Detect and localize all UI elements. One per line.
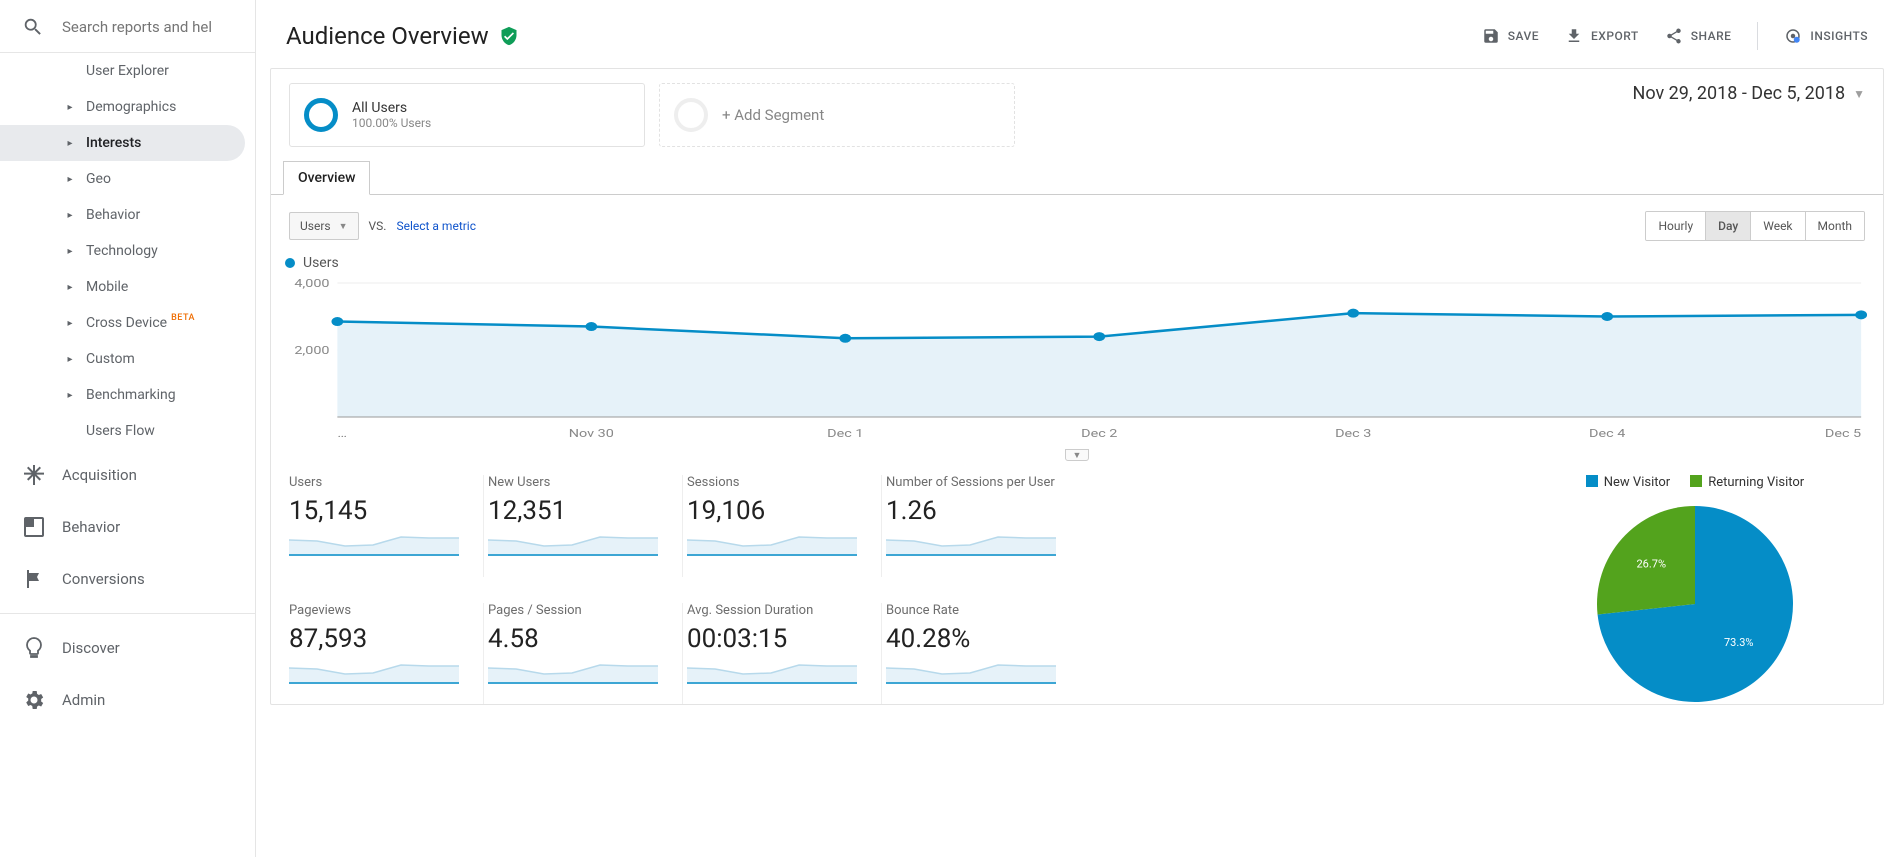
granularity-toggle: HourlyDayWeekMonth [1645,211,1865,241]
sidebar-item-cross-device[interactable]: ▸Cross DeviceBETA [0,305,255,341]
segment-title: All Users [352,100,431,116]
svg-text:4,000: 4,000 [294,278,329,291]
svg-text:2,000: 2,000 [294,345,329,358]
save-icon [1482,27,1500,45]
svg-text:…: … [337,428,347,441]
segment-circle-icon [674,98,708,132]
share-button[interactable]: SHARE [1665,27,1732,45]
chevron-right-icon: ▸ [60,246,80,257]
users-line-chart: 2,000 4,000 … Nov 30 Dec 1 Dec 2 Dec 3 Dec 4 Dec… [285,277,1869,447]
metric-pageviews[interactable]: Pageviews 87,593 [289,603,484,705]
sidebar-item-acquisition[interactable]: Acquisition [0,449,255,501]
granularity-day[interactable]: Day [1705,212,1750,240]
nav-scroll: User Explorer▸Demographics▸Interests▸Geo… [0,53,255,857]
save-button[interactable]: SAVE [1482,27,1539,45]
sidebar-item-demographics[interactable]: ▸Demographics [0,89,255,125]
legend-label: Users [303,255,339,271]
metric-avg-session-duration[interactable]: Avg. Session Duration 00:03:15 [687,603,882,705]
vs-label: VS. [369,219,387,233]
sidebar: User Explorer▸Demographics▸Interests▸Geo… [0,0,256,857]
legend-square-icon [1586,475,1598,487]
add-segment-button[interactable]: + Add Segment [659,83,1015,147]
sidebar-item-interests[interactable]: ▸Interests [0,125,245,161]
visitor-pie-chart: 73.3% 26.7% [1595,504,1795,704]
sidebar-item-admin[interactable]: Admin [0,674,255,726]
sidebar-item-technology[interactable]: ▸Technology [0,233,255,269]
discover-icon [22,636,46,660]
legend-square-icon [1690,475,1702,487]
sparkline [687,660,857,684]
page-title: Audience Overview [286,22,489,50]
conversions-icon [22,567,46,591]
granularity-week[interactable]: Week [1750,212,1804,240]
sparkline [488,660,658,684]
segment-subtitle: 100.00% Users [352,116,431,130]
admin-icon [22,688,46,712]
granularity-hourly[interactable]: Hourly [1646,212,1705,240]
metric-bounce-rate[interactable]: Bounce Rate 40.28% [886,603,1081,705]
export-icon [1565,27,1583,45]
chevron-right-icon: ▸ [60,102,80,113]
sparkline [488,532,658,556]
acquisition-icon [22,463,46,487]
content: Audience Overview SAVE EXPORT SHARE [256,0,1902,857]
sidebar-item-users-flow[interactable]: Users Flow [0,413,255,449]
svg-text:Dec 3: Dec 3 [1335,428,1371,441]
chevron-right-icon: ▸ [60,138,80,149]
metric-pages-session[interactable]: Pages / Session 4.58 [488,603,683,705]
sparkline [289,532,459,556]
chevron-down-icon: ▼ [1853,87,1865,101]
sparkline [687,532,857,556]
svg-text:26.7%: 26.7% [1637,558,1667,571]
svg-text:Dec 1: Dec 1 [827,428,863,441]
chevron-right-icon: ▸ [60,210,80,221]
sidebar-item-mobile[interactable]: ▸Mobile [0,269,255,305]
chevron-right-icon: ▸ [60,318,80,329]
sidebar-item-custom[interactable]: ▸Custom [0,341,255,377]
svg-text:73.3%: 73.3% [1724,636,1754,649]
tab-overview[interactable]: Overview [283,161,370,195]
metric-sessions[interactable]: Sessions 19,106 [687,475,882,577]
select-metric-link[interactable]: Select a metric [396,219,476,233]
export-button[interactable]: EXPORT [1565,27,1639,45]
sidebar-item-discover[interactable]: Discover [0,622,255,674]
svg-text:Nov 30: Nov 30 [569,428,614,441]
chevron-right-icon: ▸ [60,174,80,185]
sidebar-item-user-explorer[interactable]: User Explorer [0,53,255,89]
insights-icon [1784,27,1802,45]
chevron-down-icon: ▼ [339,221,348,232]
verified-shield-icon [499,26,519,46]
search-icon[interactable] [22,16,44,38]
sparkline [289,660,459,684]
metric-new-users[interactable]: New Users 12,351 [488,475,683,577]
metric-number-of-sessions-per-user[interactable]: Number of Sessions per User 1.26 [886,475,1081,577]
svg-text:Dec 2: Dec 2 [1081,428,1117,441]
sidebar-item-benchmarking[interactable]: ▸Benchmarking [0,377,255,413]
svg-text:Dec 4: Dec 4 [1589,428,1625,441]
insights-button[interactable]: INSIGHTS [1784,27,1868,45]
chevron-right-icon: ▸ [60,390,80,401]
search-input[interactable] [62,18,212,36]
sparkline [886,532,1056,556]
chevron-right-icon: ▸ [60,282,80,293]
share-icon [1665,27,1683,45]
date-range-picker[interactable]: Nov 29, 2018 - Dec 5, 2018 ▼ [1633,83,1866,104]
sidebar-item-behavior[interactable]: ▸Behavior [0,197,255,233]
sparkline [886,660,1056,684]
chevron-right-icon: ▸ [60,354,80,365]
granularity-month[interactable]: Month [1805,212,1864,240]
metric-users[interactable]: Users 15,145 [289,475,484,577]
metric-dropdown[interactable]: Users ▼ [289,212,359,240]
pie-legend: New Visitor Returning Visitor [1525,475,1865,490]
chart-collapse-handle[interactable]: ▼ [1065,449,1089,461]
sidebar-item-behavior[interactable]: Behavior [0,501,255,553]
sidebar-item-conversions[interactable]: Conversions [0,553,255,605]
segment-circle-icon [304,98,338,132]
behavior-icon [22,515,46,539]
legend-dot-icon [285,258,295,268]
svg-text:Dec 5: Dec 5 [1825,428,1861,441]
sidebar-item-geo[interactable]: ▸Geo [0,161,255,197]
segment-all-users[interactable]: All Users 100.00% Users [289,83,645,147]
divider [1757,22,1758,50]
